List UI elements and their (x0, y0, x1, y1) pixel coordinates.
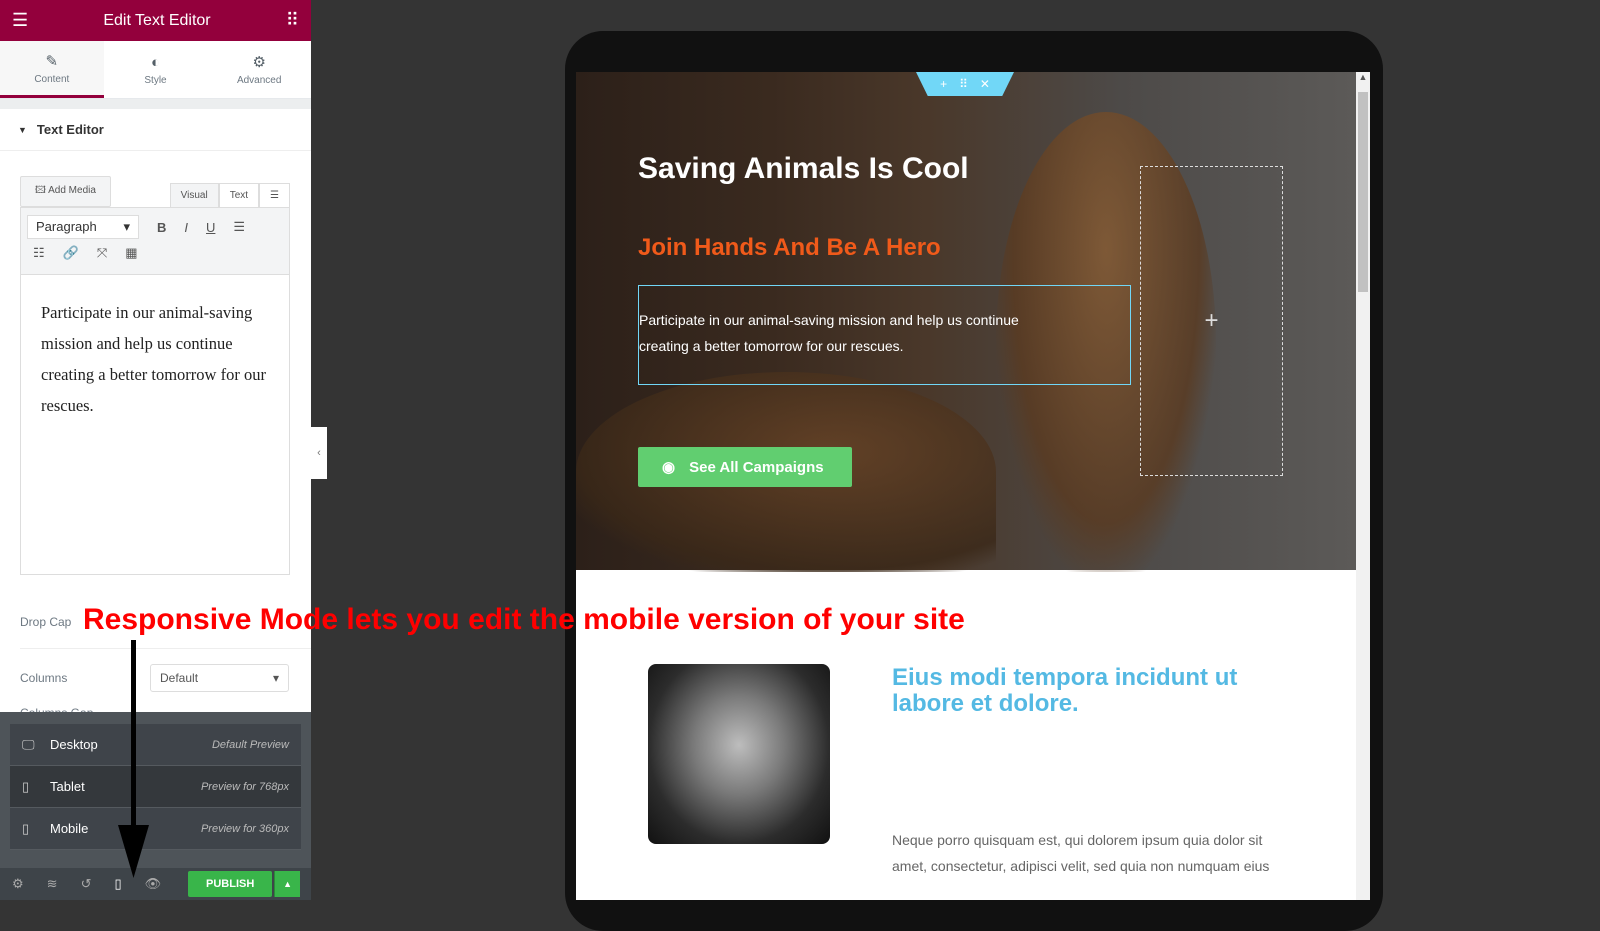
add-icon[interactable]: + (940, 77, 947, 91)
eye-icon: ◉ (662, 459, 676, 476)
annotation-text: Responsive Mode lets you edit the mobile… (83, 603, 965, 636)
hero-section: + ⠿ ✕ Saving Animals Is Cool Join Hands An… (576, 72, 1356, 572)
numbered-list-icon[interactable]: ☷ (33, 245, 45, 261)
responsive-menu: 🖵 Desktop Default Preview ▯ Tablet Preview f… (0, 712, 311, 868)
text-tab[interactable]: Text (218, 183, 260, 207)
visual-tab[interactable]: Visual (169, 183, 219, 207)
layers-icon[interactable]: ≋ (47, 876, 58, 892)
section-paragraph: Neque porro quisquam est, qui dolorem ip… (892, 832, 1270, 874)
link-icon[interactable]: 🔗 (63, 245, 79, 261)
editor-content[interactable]: Participate in our animal-saving mission… (20, 275, 290, 575)
empty-column-add[interactable]: + (1140, 166, 1283, 476)
mobile-icon: ▯ (22, 820, 30, 836)
tab-label: Advanced (236, 75, 282, 86)
tab-content[interactable]: ✎ Content (0, 41, 104, 98)
format-select[interactable]: Paragraph ▾ (27, 215, 139, 239)
hero-title: Saving Animals Is Cool (638, 152, 969, 185)
portrait-image (648, 664, 830, 844)
desktop-icon: 🖵 (22, 736, 35, 752)
tab-style[interactable]: ◐ Style (104, 41, 208, 98)
half-circle-icon: ◐ (150, 53, 161, 71)
see-all-campaigns-button[interactable]: ◉ See All Campaigns (638, 447, 852, 487)
bold-icon[interactable]: B (157, 220, 166, 235)
bullet-list-icon[interactable]: ☰ (233, 219, 245, 235)
section-title: Text Editor (36, 122, 104, 137)
drag-icon[interactable]: ⠿ (959, 77, 968, 91)
section-heading: Eius modi tempora incidunt ut labore et … (892, 664, 1238, 717)
device-desktop[interactable]: 🖵 Desktop Default Preview (10, 724, 301, 766)
device-mobile[interactable]: ▯ Mobile Preview for 360px (10, 808, 301, 850)
apps-grid-icon[interactable]: ⠿ (286, 10, 299, 31)
selected-text-widget[interactable]: Participate in our animal-saving mission… (638, 285, 1131, 385)
caret-down-icon: ▼ (18, 124, 27, 135)
gear-icon: ⚙ (252, 54, 266, 71)
panel-title: Edit Text Editor (103, 11, 211, 29)
settings-icon[interactable]: ⚙ (12, 876, 24, 892)
tablet-icon: ▯ (22, 778, 30, 794)
editor-panel: ☰ Edit Text Editor ⠿ ✎ Content ◐ Style ⚙ Ad… (0, 0, 311, 900)
device-tablet[interactable]: ▯ Tablet Preview for 768px (10, 766, 301, 808)
panel-footer: ⚙ ≋ ↺ ▯ 👁 PUBLISH ▲ (0, 868, 311, 900)
italic-icon[interactable]: I (184, 220, 188, 235)
add-media-button[interactable]: 🖾 Add Media (20, 176, 111, 207)
hamburger-menu-icon[interactable]: ☰ (12, 10, 28, 31)
section-text-editor[interactable]: ▼ Text Editor (0, 109, 311, 151)
tab-advanced[interactable]: ⚙ Advanced (207, 41, 311, 98)
section-handle[interactable]: + ⠿ ✕ (916, 72, 1014, 96)
tab-label: Content (34, 73, 70, 85)
drop-cap-label: Drop Cap (20, 615, 72, 629)
fullscreen-icon[interactable]: ⤧ (97, 245, 107, 261)
annotation-arrow (118, 640, 149, 878)
toolbar-toggle-icon[interactable]: ☰ (259, 183, 290, 207)
text-editor: 🖾 Add Media Visual Text ☰ Paragraph ▾ B I U ☰ ☷… (20, 176, 290, 575)
formatting-toolbar: Paragraph ▾ B I U ☰ ☷ 🔗 ⤧ ▦ (20, 207, 290, 275)
close-icon[interactable]: ✕ (980, 77, 990, 91)
publish-button[interactable]: PUBLISH (188, 871, 273, 897)
panel-header: ☰ Edit Text Editor ⠿ (0, 0, 311, 41)
collapse-panel-button[interactable]: ‹ (311, 427, 327, 479)
tab-label: Style (144, 74, 167, 86)
columns-select[interactable]: Default ▾ (150, 664, 289, 692)
underline-icon[interactable]: U (206, 220, 215, 235)
preview-scrollbar[interactable]: ▲ (1356, 72, 1370, 900)
publish-options-button[interactable]: ▲ (274, 871, 301, 897)
columns-label: Columns (20, 671, 68, 685)
pencil-icon: ✎ (45, 52, 59, 70)
keyboard-icon[interactable]: ▦ (125, 245, 137, 261)
history-icon[interactable]: ↺ (81, 876, 92, 892)
hero-subtitle: Join Hands And Be A Hero (638, 234, 941, 261)
preview-canvas: + ⠿ ✕ Saving Animals Is Cool Join Hands An… (576, 72, 1356, 900)
